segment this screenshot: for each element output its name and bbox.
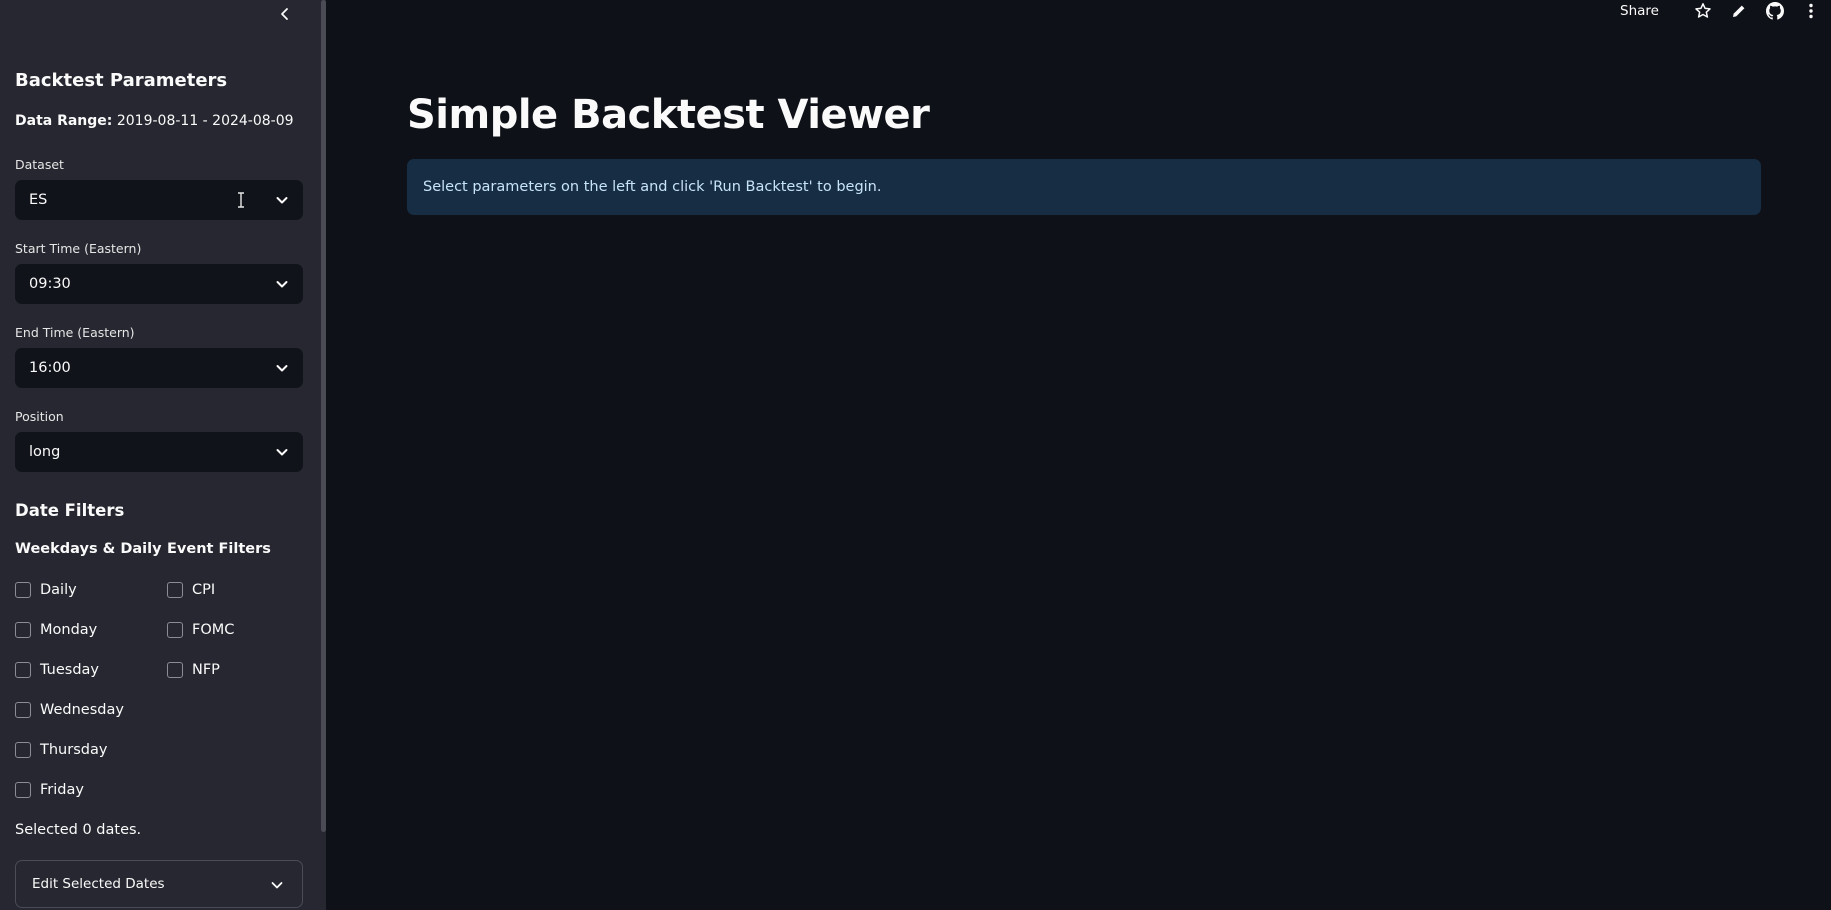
checkbox-label: Wednesday (40, 702, 124, 718)
checkbox-cpi[interactable]: CPI (167, 582, 215, 598)
checkbox-box[interactable] (15, 622, 31, 638)
expander-label: Edit Selected Dates (32, 876, 165, 892)
github-icon[interactable] (1765, 1, 1785, 21)
header-toolbar: Share (1620, 0, 1821, 22)
selected-dates-count: Selected 0 dates. (15, 822, 142, 838)
star-icon[interactable] (1693, 1, 1713, 21)
checkbox-label: Tuesday (40, 662, 99, 678)
checkbox-box[interactable] (15, 702, 31, 718)
checkbox-label: NFP (192, 662, 220, 678)
sidebar: Backtest Parameters Data Range: 2019-08-… (0, 0, 326, 910)
checkbox-box[interactable] (167, 622, 183, 638)
checkbox-label: CPI (192, 582, 216, 598)
checkbox-label: Monday (40, 622, 98, 638)
checkbox-box[interactable] (167, 662, 183, 678)
checkbox-monday[interactable]: Monday (15, 622, 97, 638)
dataset-select[interactable]: ES (15, 180, 303, 220)
data-range: Data Range: 2019-08-11 - 2024-08-09 (15, 113, 294, 129)
edit-selected-dates-expander[interactable]: Edit Selected Dates (15, 860, 303, 908)
sidebar-title: Backtest Parameters (15, 70, 228, 91)
checkbox-box[interactable] (15, 742, 31, 758)
start-time-label: Start Time (Eastern) (15, 241, 142, 256)
checkbox-label: Daily (40, 582, 77, 598)
chevron-down-icon (276, 365, 288, 372)
checkbox-box[interactable] (15, 582, 31, 598)
end-time-label: End Time (Eastern) (15, 325, 135, 340)
pencil-icon[interactable] (1729, 1, 1749, 21)
checkbox-tuesday[interactable]: Tuesday (15, 662, 99, 678)
checkbox-friday[interactable]: Friday (15, 782, 84, 798)
dataset-label: Dataset (15, 157, 64, 172)
checkbox-box[interactable] (15, 662, 31, 678)
weekdays-title: Weekdays & Daily (15, 541, 162, 557)
checkbox-label: FOMC (192, 622, 235, 638)
data-range-label: Data Range: (15, 113, 113, 129)
position-select[interactable]: long (15, 432, 303, 472)
page-title: Simple Backtest Viewer (407, 92, 930, 138)
dataset-value: ES (29, 192, 48, 208)
info-message: Select parameters on the left and click … (423, 179, 882, 195)
info-alert: Select parameters on the left and click … (407, 159, 1761, 215)
collapse-sidebar-button[interactable] (273, 2, 297, 26)
checkbox-daily[interactable]: Daily (15, 582, 77, 598)
chevron-down-icon (276, 281, 288, 288)
checkbox-thursday[interactable]: Thursday (15, 742, 107, 758)
end-time-select[interactable]: 16:00 (15, 348, 303, 388)
sidebar-scrollbar[interactable] (321, 0, 326, 832)
date-filters-title: Date Filters (15, 501, 125, 520)
chevron-down-icon (271, 882, 283, 889)
chevron-down-icon (276, 197, 288, 204)
text-cursor-icon (238, 192, 244, 208)
checkbox-label: Thursday (40, 742, 108, 758)
more-vertical-icon[interactable] (1801, 1, 1821, 21)
end-time-value: 16:00 (29, 360, 71, 376)
position-value: long (29, 444, 61, 460)
checkbox-wednesday[interactable]: Wednesday (15, 702, 124, 718)
checkbox-label: Friday (40, 782, 84, 798)
chevron-left-icon (281, 8, 288, 20)
data-range-value: 2019-08-11 - 2024-08-09 (116, 113, 294, 129)
event-filters-title: Event Filters (167, 541, 271, 557)
start-time-value: 09:30 (29, 276, 71, 292)
share-button[interactable]: Share (1620, 3, 1659, 19)
checkbox-box[interactable] (15, 782, 31, 798)
checkbox-nfp[interactable]: NFP (167, 662, 220, 678)
start-time-select[interactable]: 09:30 (15, 264, 303, 304)
checkbox-box[interactable] (167, 582, 183, 598)
position-label: Position (15, 409, 64, 424)
chevron-down-icon (276, 449, 288, 456)
checkbox-fomc[interactable]: FOMC (167, 622, 234, 638)
